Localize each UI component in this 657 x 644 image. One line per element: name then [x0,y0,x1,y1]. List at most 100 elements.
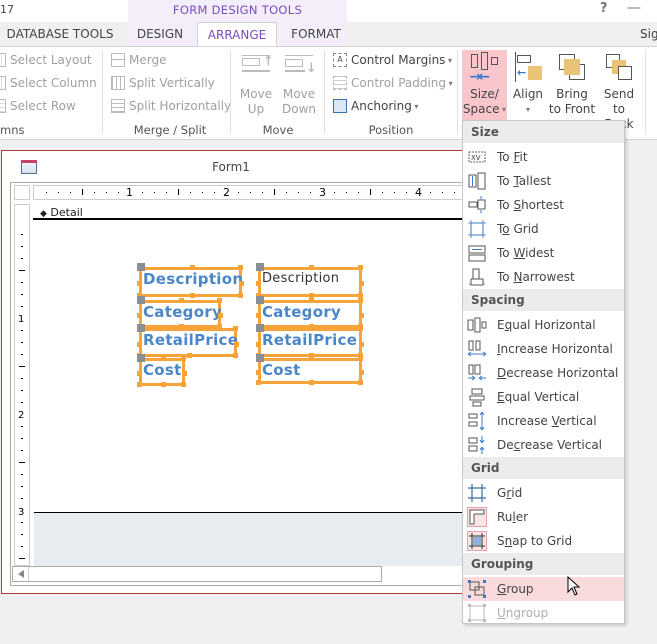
menu-item-group[interactable]: Group [463,577,624,601]
menu-item-to-narrowest[interactable]: To Narrowest [463,265,624,289]
menu-item-grid[interactable]: Grid [463,481,624,505]
menu-item-equal-vertical[interactable]: Equal Vertical [463,385,624,409]
horizontal-scrollbar[interactable] [12,566,382,582]
move-handle[interactable] [256,324,264,332]
resize-handle[interactable] [359,313,364,318]
resize-handle[interactable] [359,341,364,347]
resize-handle[interactable] [238,265,243,270]
bring-to-front-button[interactable]: Bring to Front [548,50,596,122]
menu-item-to-widest[interactable]: To Widest [463,241,624,265]
resize-handle[interactable] [358,298,363,303]
move-handle[interactable] [256,296,264,304]
resize-handle[interactable] [358,380,363,385]
move-handle[interactable] [256,263,264,271]
resize-handle[interactable] [179,324,184,329]
resize-handle[interactable] [137,313,142,318]
ruler-h-tick [454,192,455,193]
resize-handle[interactable] [309,380,314,385]
resize-handle[interactable] [358,326,363,331]
resize-handle[interactable] [309,265,314,270]
ruler-h-label: 3 [319,186,326,199]
resize-handle[interactable] [189,293,195,298]
resize-handle[interactable] [256,370,261,375]
menu-item-to-fit[interactable]: XV To Fit [463,145,624,169]
merge-button[interactable]: Merge [111,50,166,70]
control-padding-button[interactable]: Control Padding ▾ [333,73,453,93]
resize-handle[interactable] [187,326,192,331]
move-down-button[interactable]: ↓ Move Down [279,50,319,122]
resize-handle[interactable] [137,281,142,286]
resize-handle[interactable] [179,298,184,303]
resize-handle[interactable] [137,371,142,376]
split-horizontally-button[interactable]: Split Horizontally [111,96,231,116]
detail-section[interactable] [34,222,463,512]
resize-handle[interactable] [137,382,142,387]
move-up-button[interactable]: ↑ Move Up [236,50,276,122]
resize-handle[interactable] [358,356,363,361]
move-handle[interactable] [137,296,145,304]
move-handle[interactable] [256,354,264,362]
menu-item-decrease-horizontal[interactable]: Decrease Horizontal [463,361,624,385]
menu-item-increase-vertical[interactable]: Increase Vertical [463,409,624,433]
resize-handle[interactable] [309,356,314,361]
tab-database-tools[interactable]: DATABASE TOOLS [0,24,120,46]
control-margins-button[interactable]: A Control Margins ▾ [333,50,452,70]
move-handle[interactable] [137,324,145,332]
resize-handle[interactable] [238,293,243,298]
select-column-button[interactable]: Select Column [0,73,97,93]
help-button[interactable]: ? [600,1,608,16]
resize-handle[interactable] [309,326,314,331]
menu-item-snap-to-grid[interactable]: Snap to Grid [463,529,624,553]
anchoring-button[interactable]: Anchoring ▾ [333,96,418,116]
resize-handle[interactable] [359,370,364,375]
resize-handle[interactable] [181,382,186,387]
resize-handle[interactable] [161,382,166,387]
resize-handle[interactable] [217,298,222,303]
send-to-back-button[interactable]: Send to Back [597,50,641,131]
resize-handle[interactable] [217,324,222,329]
move-handle[interactable] [137,263,145,271]
menu-item-ruler[interactable]: Ruler [463,505,624,529]
menu-item-increase-horizontal[interactable]: Increase Horizontal [463,337,624,361]
resize-handle[interactable] [359,281,364,286]
resize-handle[interactable] [233,326,238,331]
resize-handle[interactable] [358,265,363,270]
resize-handle[interactable] [182,371,187,376]
resize-handle[interactable] [233,353,238,358]
resize-handle[interactable] [189,265,195,270]
resize-handle[interactable] [181,356,186,361]
horizontal-ruler[interactable] [33,185,463,200]
resize-handle[interactable] [256,313,261,318]
resize-handle[interactable] [256,341,261,347]
menu-item-to-shortest[interactable]: To Shortest [463,193,624,217]
menu-item-decrease-vertical[interactable]: Decrease Vertical [463,433,624,457]
resize-handle[interactable] [187,353,192,358]
menu-item-equal-horizontal[interactable]: Equal Horizontal [463,313,624,337]
tab-format[interactable]: FORMAT [280,24,352,46]
tab-arrange[interactable]: ARRANGE [197,22,277,47]
size-space-button[interactable]: →← Size/ Space ▾ [462,50,507,122]
resize-handle[interactable] [218,313,223,318]
menu-item-ungroup[interactable]: Ungroup [463,601,624,625]
menu-item-to-grid[interactable]: To Grid [463,217,624,241]
resize-handle[interactable] [137,341,142,347]
form-selector[interactable] [14,185,30,200]
select-row-button[interactable]: Select Row [0,96,76,116]
resize-handle[interactable] [309,298,314,303]
resize-handle[interactable] [256,380,261,385]
split-vertically-button[interactable]: Split Vertically [111,73,215,93]
resize-handle[interactable] [256,281,261,286]
resize-handle[interactable] [239,281,244,286]
tab-design[interactable]: DESIGN [128,24,192,46]
align-button[interactable]: ← Align ▾ [511,50,545,122]
sign-in-link[interactable]: Sig [640,27,657,41]
minimize-button[interactable]: — [627,0,641,16]
scroll-left-arrow-icon[interactable] [13,567,29,581]
move-handle[interactable] [137,354,145,362]
resize-handle[interactable] [234,341,239,347]
menu-item-to-tallest[interactable]: To Tallest [463,169,624,193]
select-layout-button[interactable]: Select Layout [0,50,92,70]
detail-section-bar[interactable] [33,204,463,220]
resize-handle[interactable] [161,356,166,361]
ruler-v-tick [21,474,23,475]
